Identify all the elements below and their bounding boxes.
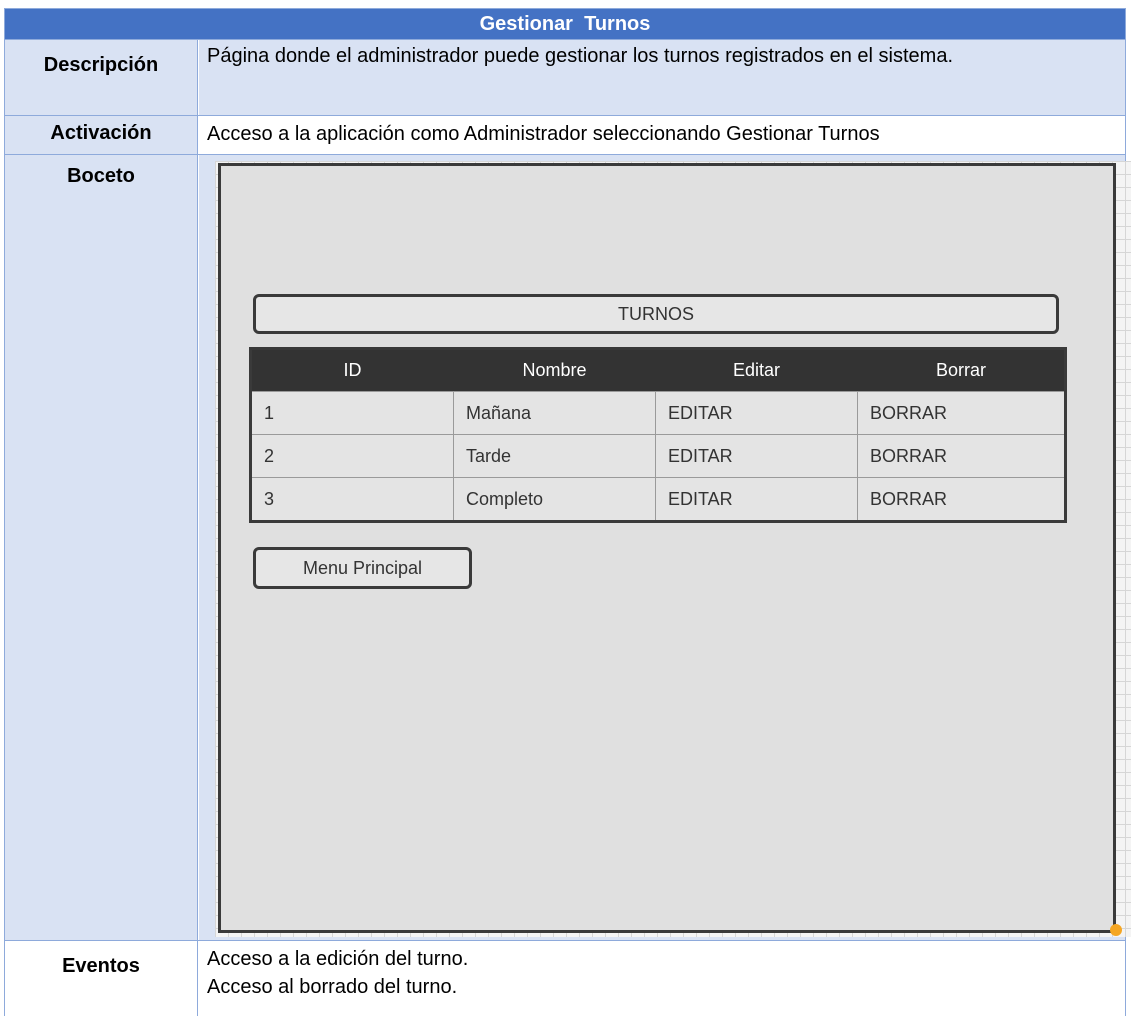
cell-id: 3 — [251, 477, 454, 521]
use-case-table: Gestionar Turnos Descripción Página dond… — [0, 0, 1131, 1016]
delete-link[interactable]: BORRAR — [857, 434, 1065, 478]
row-boceto: Boceto TURNOS ID Nombre Editar Borrar 1 … — [4, 155, 1131, 941]
table-title: Gestionar Turnos — [4, 8, 1126, 40]
delete-link[interactable]: BORRAR — [857, 477, 1065, 521]
table-row: 1 Mañana EDITAR BORRAR — [251, 391, 1065, 435]
col-header-borrar: Borrar — [857, 349, 1065, 392]
edit-link[interactable]: EDITAR — [655, 391, 858, 435]
eventos-label: Eventos — [5, 941, 198, 1016]
table-row: 2 Tarde EDITAR BORRAR — [251, 434, 1065, 478]
activacion-label: Activación — [5, 116, 198, 154]
menu-principal-button[interactable]: Menu Principal — [253, 547, 472, 589]
turnos-table: ID Nombre Editar Borrar 1 Mañana EDITAR … — [249, 347, 1067, 523]
descripcion-label: Descripción — [5, 40, 198, 115]
turnos-title-panel: TURNOS — [253, 294, 1059, 334]
cell-id: 1 — [251, 391, 454, 435]
delete-link[interactable]: BORRAR — [857, 391, 1065, 435]
cell-nombre: Mañana — [453, 391, 656, 435]
table-header-row: ID Nombre Editar Borrar — [251, 349, 1065, 392]
table-row: 3 Completo EDITAR BORRAR — [251, 477, 1065, 521]
edit-link[interactable]: EDITAR — [655, 477, 858, 521]
col-header-id: ID — [251, 349, 454, 392]
cell-nombre: Tarde — [453, 434, 656, 478]
col-header-editar: Editar — [655, 349, 858, 392]
edit-link[interactable]: EDITAR — [655, 434, 858, 478]
resize-handle[interactable] — [1110, 924, 1122, 936]
row-activacion: Activación Acceso a la aplicación como A… — [4, 116, 1126, 155]
row-descripcion: Descripción Página donde el administrado… — [4, 40, 1126, 116]
col-header-nombre: Nombre — [453, 349, 656, 392]
boceto-label: Boceto — [5, 155, 198, 940]
row-eventos: Eventos Acceso a la edición del turno. A… — [4, 941, 1126, 1016]
activacion-text: Acceso a la aplicación como Administrado… — [207, 123, 880, 145]
evento-line: Acceso al borrado del turno. — [207, 976, 458, 998]
mockup-frame: TURNOS ID Nombre Editar Borrar 1 Mañana … — [218, 163, 1116, 933]
evento-line: Acceso a la edición del turno. — [207, 948, 469, 970]
eventos-text: Acceso a la edición del turno. Acceso al… — [199, 941, 1125, 1016]
cell-nombre: Completo — [453, 477, 656, 521]
cell-id: 2 — [251, 434, 454, 478]
boceto-content: TURNOS ID Nombre Editar Borrar 1 Mañana … — [199, 155, 1131, 940]
descripcion-text: Página donde el administrador puede gest… — [199, 40, 1125, 115]
